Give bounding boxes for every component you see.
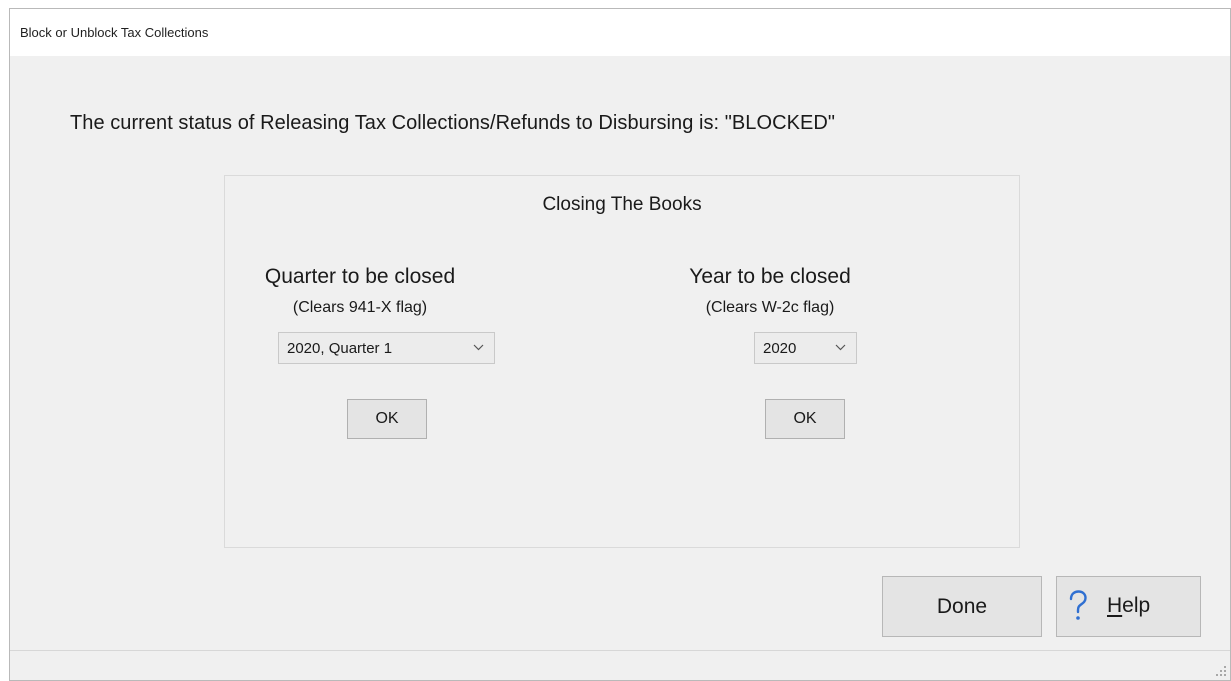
year-ok-button[interactable]: OK: [765, 399, 845, 439]
year-label: Year to be closed: [689, 265, 851, 288]
quarter-sublabel: (Clears 941-X flag): [292, 299, 428, 316]
chevron-down-icon: [835, 344, 846, 351]
quarter-column: Quarter to be closed (Clears 941-X flag): [235, 265, 485, 317]
closing-books-group: Closing The Books Quarter to be closed (…: [224, 175, 1020, 548]
help-button[interactable]: Help: [1056, 576, 1201, 637]
quarter-label: Quarter to be closed: [264, 265, 456, 288]
title-bar[interactable]: Block or Unblock Tax Collections: [10, 9, 1230, 56]
window-title: Block or Unblock Tax Collections: [20, 25, 209, 40]
done-button[interactable]: Done: [882, 576, 1042, 637]
group-title: Closing The Books: [542, 194, 702, 215]
year-sublabel: (Clears W-2c flag): [705, 299, 835, 316]
resize-grip-icon[interactable]: [1215, 665, 1227, 677]
year-column: Year to be closed (Clears W-2c flag): [645, 265, 895, 317]
year-select[interactable]: 2020: [754, 332, 857, 364]
year-select-value: 2020: [763, 340, 797, 357]
quarter-ok-button[interactable]: OK: [347, 399, 427, 439]
status-message: The current status of Releasing Tax Coll…: [70, 112, 835, 134]
quarter-select-value: 2020, Quarter 1: [287, 340, 393, 357]
help-label-rest: elp: [1122, 594, 1151, 617]
status-strip-divider: [10, 650, 1230, 651]
dialog-window: Block or Unblock Tax Collections The cur…: [9, 8, 1231, 681]
help-label: Help: [1107, 594, 1150, 618]
chevron-down-icon: [473, 344, 484, 351]
quarter-select[interactable]: 2020, Quarter 1: [278, 332, 495, 364]
question-mark-icon: [1069, 590, 1087, 620]
help-mnemonic: H: [1107, 594, 1123, 617]
